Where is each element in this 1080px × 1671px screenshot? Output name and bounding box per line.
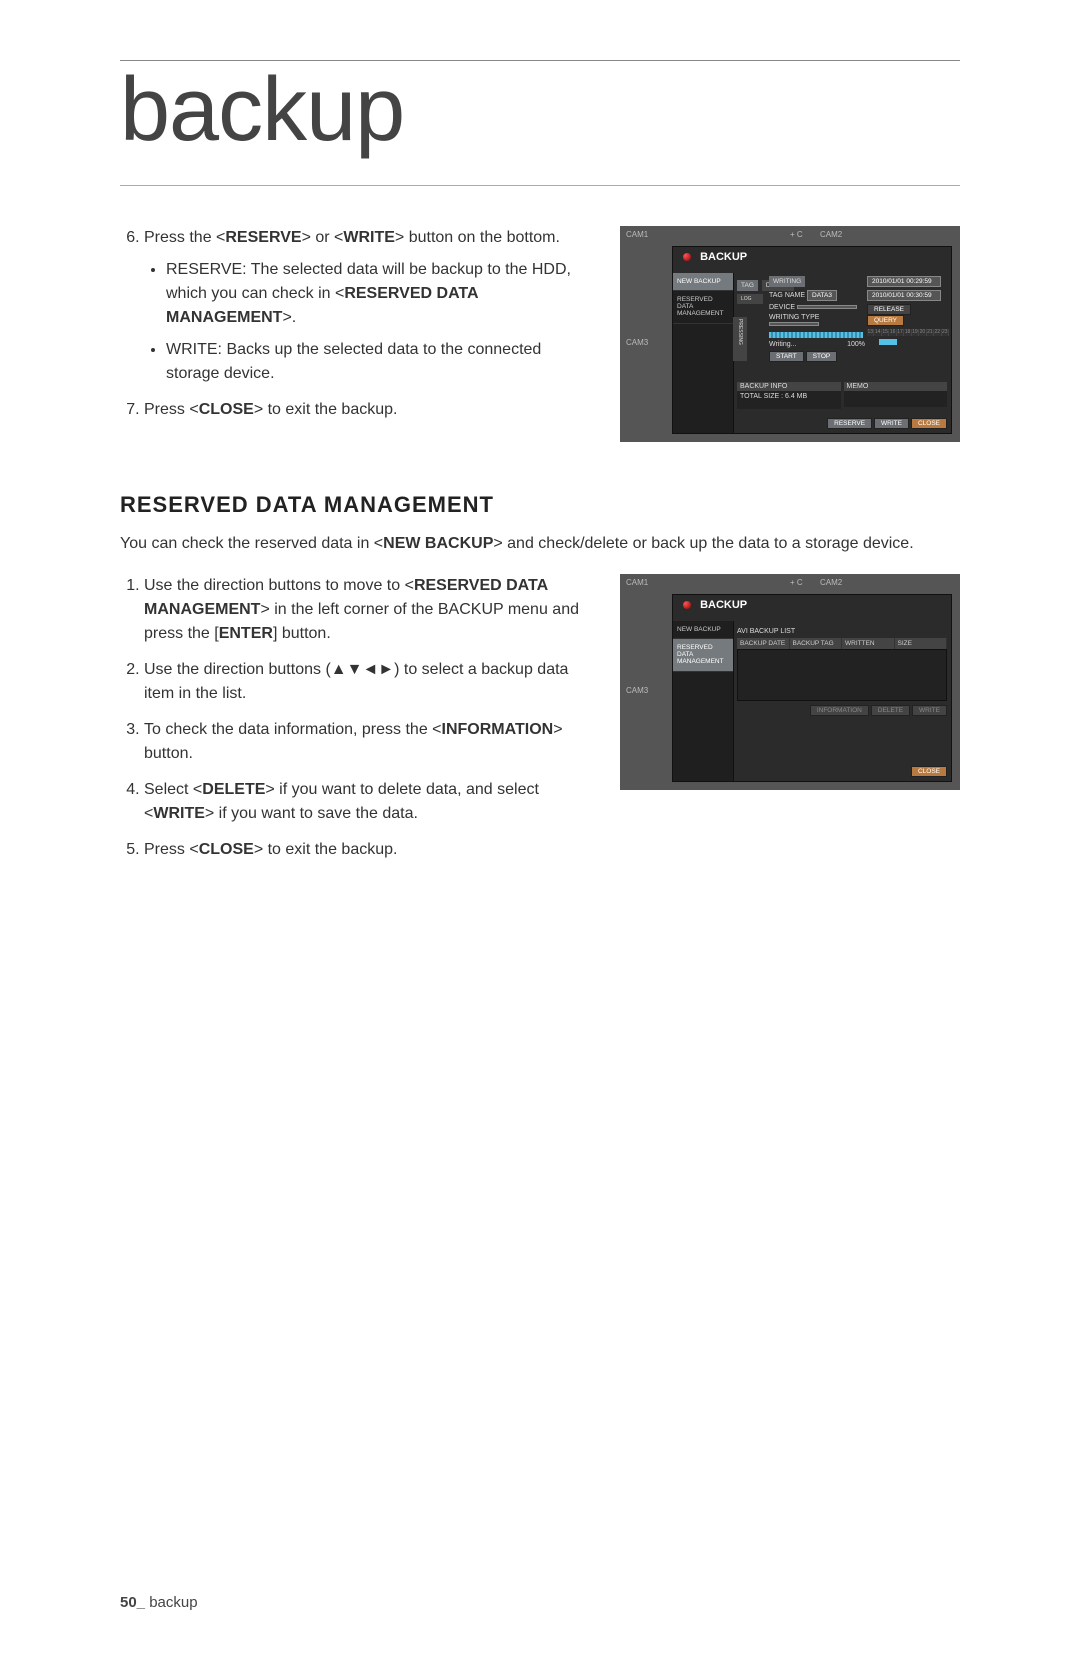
instructions-col: Press the <RESERVE> or <WRITE> button on… [120, 226, 590, 434]
hour-strip: 1314151617181920212223 [867, 329, 949, 336]
tab-pressing[interactable]: PRESSING [733, 317, 747, 361]
cam1-label: CAM1 [626, 230, 648, 239]
start-button[interactable]: START [769, 351, 804, 362]
writing-status: Writing... [769, 341, 797, 348]
step-3: To check the data information, press the… [144, 718, 590, 766]
page-title: backup [120, 65, 960, 155]
c-label: + C [790, 230, 803, 239]
page-footer: 50_ backup [120, 1594, 960, 1611]
bullet-reserve: RESERVE: The selected data will be backu… [166, 258, 590, 330]
cam3-label: CAM3 [626, 338, 648, 347]
col-size[interactable]: SIZE [895, 638, 948, 649]
steps-list-1: Press the <RESERVE> or <WRITE> button on… [120, 226, 590, 422]
steps-list-2: Use the direction buttons to move to <RE… [120, 574, 590, 862]
release-button[interactable]: RELEASE [867, 304, 911, 315]
information-button[interactable]: INFORMATION [810, 705, 869, 716]
close-button[interactable]: CLOSE [911, 418, 947, 429]
instructions-col-2: Use the direction buttons to move to <RE… [120, 574, 590, 874]
progress-percent: 100% [847, 341, 865, 348]
panel-sidebar: NEW BACKUP RESERVED DATA MANAGEMENT [673, 273, 734, 433]
sidebar-new-backup[interactable]: NEW BACKUP [673, 273, 733, 291]
panel-footer-buttons: RESERVE WRITE CLOSE [827, 418, 947, 429]
record-icon [683, 253, 691, 261]
backup-panel: BACKUP NEW BACKUP RESERVED DATA MANAGEME… [672, 246, 952, 434]
section-heading-reserved: RESERVED DATA MANAGEMENT [120, 492, 960, 518]
sidebar-reserved[interactable]: RESERVED DATA MANAGEMENT [673, 639, 733, 671]
screenshot-2: CAM1 + C CAM2 CAM3 BACKUP NEW BACKUP RES… [620, 574, 960, 790]
c-label: + C [790, 578, 803, 587]
stop-button[interactable]: STOP [806, 351, 838, 362]
writing-header: WRITING [769, 276, 805, 287]
reserve-button[interactable]: RESERVE [827, 418, 872, 429]
backup-list-body[interactable] [737, 649, 947, 701]
tag-name-field[interactable]: DATA3 [807, 290, 837, 301]
intro-text: You can check the reserved data in <NEW … [120, 532, 940, 556]
cam3-label: CAM3 [626, 686, 648, 695]
backup-info-header: BACKUP INFO [737, 382, 841, 391]
dvr-mock-reserved: CAM1 + C CAM2 CAM3 BACKUP NEW BACKUP RES… [620, 574, 960, 790]
step-2: Use the direction buttons (▲▼◄►) to sele… [144, 658, 590, 706]
device-select[interactable] [797, 305, 857, 309]
step-5: Press <CLOSE> to exit the backup. [144, 838, 590, 862]
delete-button[interactable]: DELETE [871, 705, 910, 716]
list-header: BACKUP DATE BACKUP TAG WRITTEN SIZE [737, 638, 947, 649]
panel-title: BACKUP [673, 247, 951, 267]
record-icon [683, 601, 691, 609]
step-1: Use the direction buttons to move to <RE… [144, 574, 590, 646]
cam2-label: CAM2 [820, 578, 842, 587]
total-size: TOTAL SIZE : 6.4 MB [737, 391, 841, 409]
memo-field[interactable] [844, 391, 948, 407]
bullet-write: WRITE: Backs up the selected data to the… [166, 338, 590, 386]
panel-footer-buttons: CLOSE [911, 766, 947, 777]
write-button[interactable]: WRITE [912, 705, 947, 716]
col-backup-date[interactable]: BACKUP DATE [737, 638, 790, 649]
section-backup-continued: Press the <RESERVE> or <WRITE> button on… [120, 226, 960, 442]
list-title: AVI BACKUP LIST [737, 628, 947, 635]
footer-section-label: backup [149, 1594, 197, 1611]
screenshot-1: CAM1 + C CAM2 CAM3 BACKUP NEW BACKUP RES… [620, 226, 960, 442]
timeline-segment [879, 339, 897, 345]
list-action-row: INFORMATION DELETE WRITE [737, 705, 947, 716]
sidebar-reserved[interactable]: RESERVED DATA MANAGEMENT [673, 291, 733, 323]
step-4: Select <DELETE> if you want to delete da… [144, 778, 590, 826]
page-number: 50_ [120, 1594, 145, 1611]
step-6: Press the <RESERVE> or <WRITE> button on… [144, 226, 590, 386]
panel-body: AVI BACKUP LIST BACKUP DATE BACKUP TAG W… [733, 621, 951, 781]
datetime-from[interactable]: 2010/01/01 00:29:59 [867, 276, 941, 287]
close-button[interactable]: CLOSE [911, 766, 947, 777]
tab-log[interactable]: LOG [737, 294, 763, 304]
rule-under-title [120, 185, 960, 186]
writing-type-select[interactable] [769, 322, 819, 326]
memo-header: MEMO [844, 382, 948, 391]
col-written[interactable]: WRITTEN [842, 638, 895, 649]
cam2-label: CAM2 [820, 230, 842, 239]
panel-title: BACKUP [673, 595, 951, 615]
panel-sidebar: NEW BACKUP RESERVED DATA MANAGEMENT [673, 621, 734, 781]
sidebar-new-backup[interactable]: NEW BACKUP [673, 621, 733, 639]
dvr-mock-writing: CAM1 + C CAM2 CAM3 BACKUP NEW BACKUP RES… [620, 226, 960, 442]
datetime-to[interactable]: 2010/01/01 00:30:59 [867, 290, 941, 301]
query-button[interactable]: QUERY [867, 315, 904, 326]
step-6-bullets: RESERVE: The selected data will be backu… [144, 258, 590, 386]
write-button[interactable]: WRITE [874, 418, 909, 429]
step-7: Press <CLOSE> to exit the backup. [144, 398, 590, 422]
manual-page: backup Press the <RESERVE> or <WRITE> bu… [0, 0, 1080, 1671]
panel-body: TAG DEVICE LOG PRESSING WRITING TAG NAME… [733, 273, 951, 433]
cam1-label: CAM1 [626, 578, 648, 587]
col-backup-tag[interactable]: BACKUP TAG [790, 638, 843, 649]
tab-tag[interactable]: TAG [737, 280, 758, 291]
section-reserved: Use the direction buttons to move to <RE… [120, 574, 960, 874]
backup-panel: BACKUP NEW BACKUP RESERVED DATA MANAGEME… [672, 594, 952, 782]
progress-bar [769, 332, 863, 338]
